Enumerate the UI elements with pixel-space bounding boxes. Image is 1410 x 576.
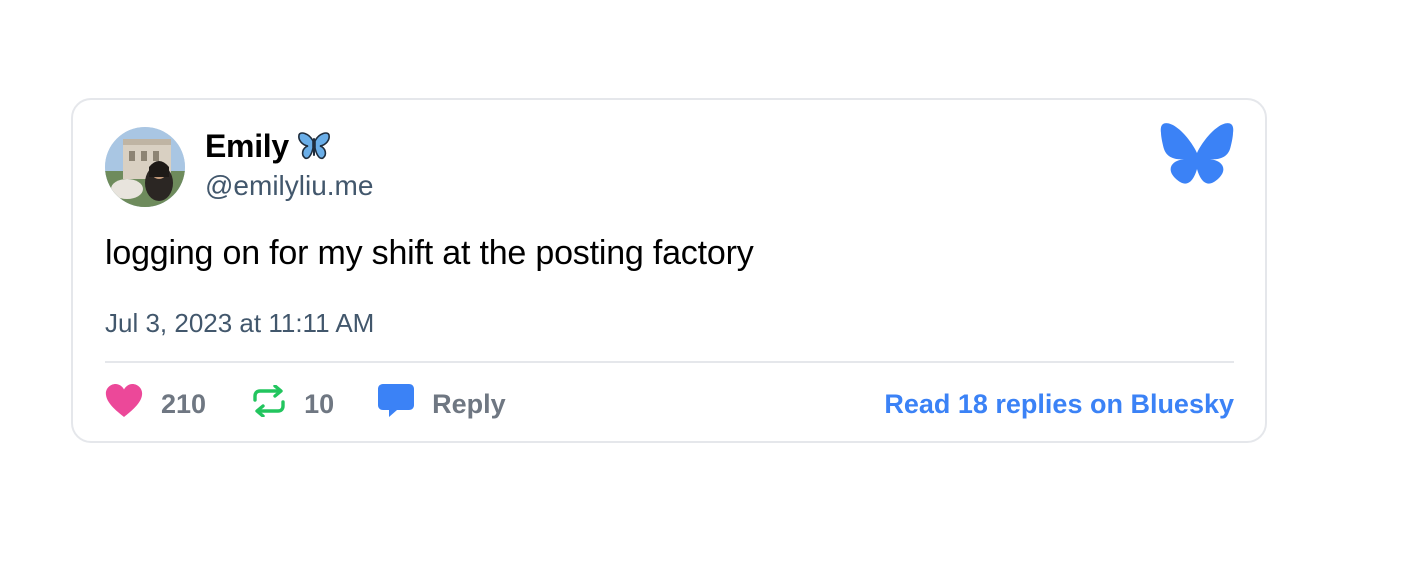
repost-button[interactable]: 10 [252,383,335,424]
repost-count: 10 [304,388,335,419]
post-text: logging on for my shift at the posting f… [105,234,754,272]
author-block[interactable]: Emily @emilyliu.me [205,126,373,202]
like-count: 210 [161,388,207,419]
like-button[interactable]: 210 [105,383,207,425]
avatar-photo [105,127,185,207]
speech-bubble-icon [378,383,415,425]
author-name[interactable]: Emily [205,128,289,165]
author-name-row: Emily [205,126,373,166]
author-handle[interactable]: @emilyliu.me [205,170,373,202]
bluesky-butterfly-icon[interactable] [1160,123,1234,189]
butterfly-emoji-icon [297,131,331,161]
avatar[interactable] [105,127,185,207]
heart-icon [105,383,143,425]
repost-icon [252,383,286,424]
post-timestamp[interactable]: Jul 3, 2023 at 11:11 AM [105,308,374,339]
reply-label: Reply [432,388,506,419]
read-replies-link[interactable]: Read 18 replies on Bluesky [884,389,1234,420]
post-embed-card[interactable]: Emily @emilyliu.me logging on for my shi… [71,98,1267,443]
divider [105,361,1234,363]
reply-button[interactable]: Reply [378,383,506,425]
actions-bar: 210 10 Reply Read 18 replies on Bluesky [105,382,1234,426]
